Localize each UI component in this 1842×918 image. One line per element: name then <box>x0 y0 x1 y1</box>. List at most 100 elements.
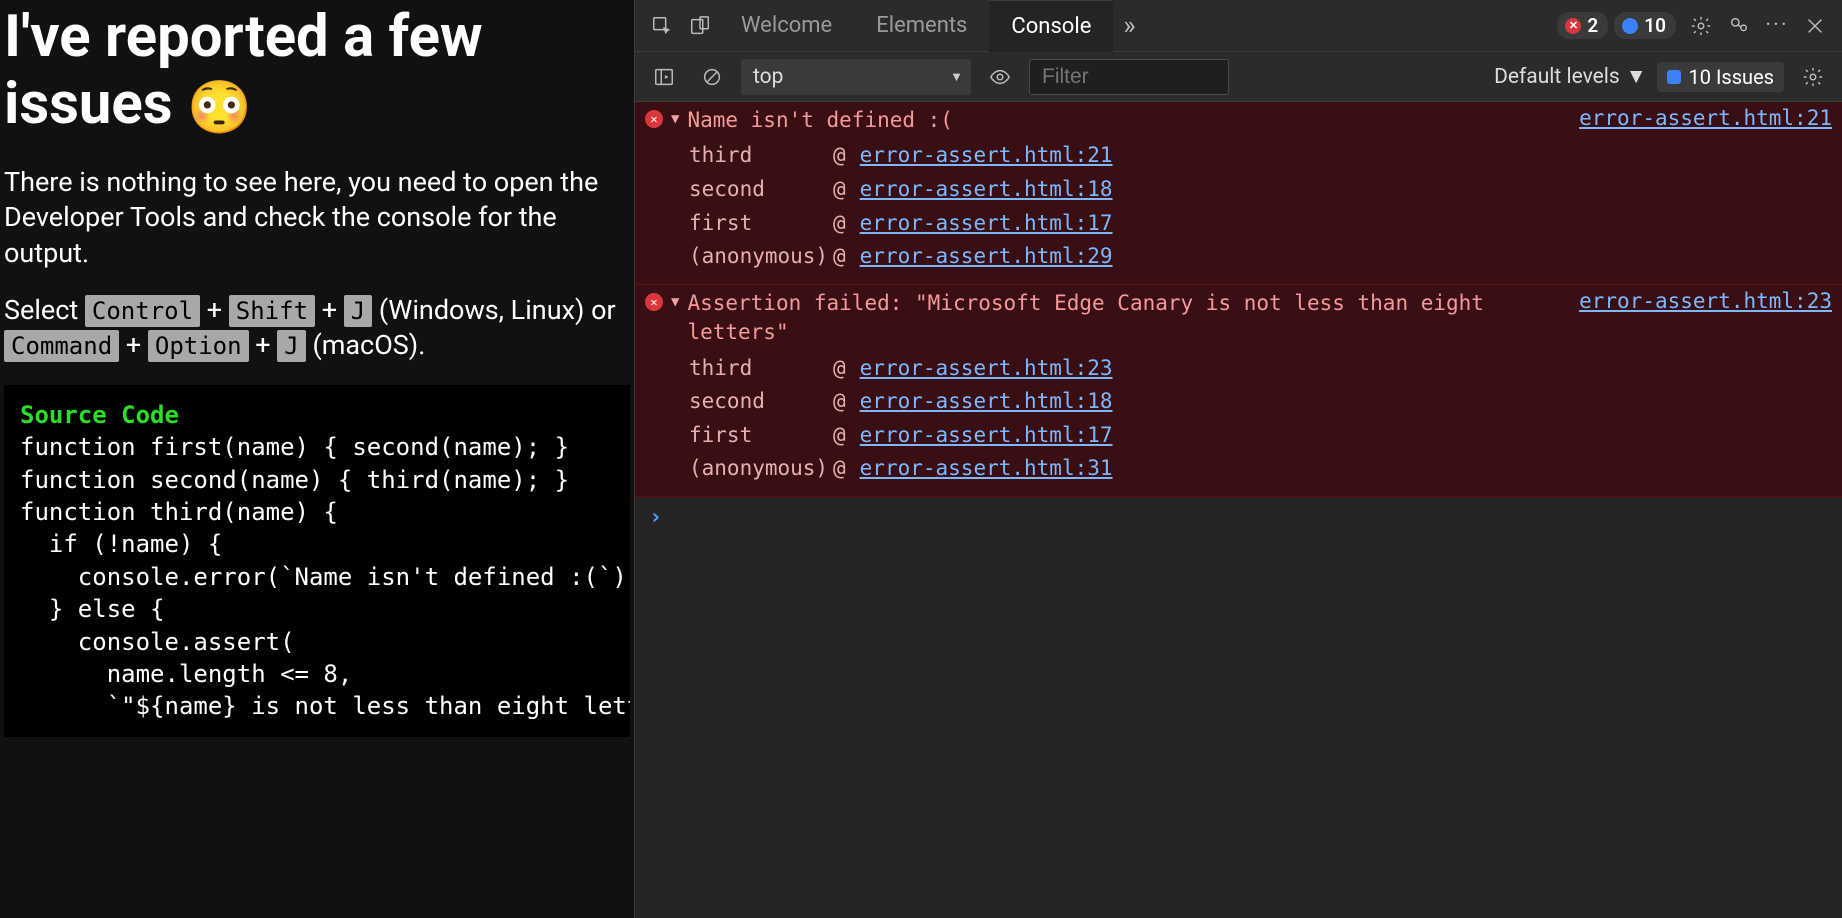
console-error-message: ✕ ▼ Name isn't defined :( error-assert.html… <box>635 102 1842 285</box>
filter-input[interactable] <box>1029 59 1229 95</box>
stack-at: @ <box>833 173 846 207</box>
tab-elements[interactable]: Elements <box>854 0 989 52</box>
devtools-pane: Welcome Elements Console » ✕ 2 10 ··· <box>634 0 1842 918</box>
stack-at: @ <box>833 207 846 241</box>
message-header: ✕ ▼ Name isn't defined :( error-assert.html… <box>645 106 1832 135</box>
stack-trace: third@ error-assert.html:23second@ error… <box>689 352 1832 486</box>
stack-function: second <box>689 385 819 419</box>
context-value: top <box>753 65 783 89</box>
source-link[interactable]: error-assert.html:23 <box>1579 289 1832 313</box>
stack-frame: first @ error-assert.html:17 <box>689 207 1832 241</box>
stack-at: @ <box>833 352 846 386</box>
feedback-icon[interactable] <box>1720 7 1758 45</box>
key-option: Option <box>148 330 249 362</box>
source-code-block: Source Code function first(name) { secon… <box>4 385 630 737</box>
stack-frame: third @ error-assert.html:23 <box>689 352 1832 386</box>
error-count-badge[interactable]: ✕ 2 <box>1557 12 1608 39</box>
code-title: Source Code <box>20 401 179 429</box>
more-icon[interactable]: ··· <box>1758 7 1796 45</box>
console-settings-icon[interactable] <box>1794 58 1832 96</box>
stack-frame: (anonymous) @ error-assert.html:31 <box>689 452 1832 486</box>
live-expression-icon[interactable] <box>981 58 1019 96</box>
plus: + <box>200 294 229 326</box>
key-shift: Shift <box>229 295 315 327</box>
stack-frame: first @ error-assert.html:17 <box>689 419 1832 453</box>
stack-function: third <box>689 139 819 173</box>
gear-icon[interactable] <box>1682 7 1720 45</box>
console-prompt[interactable]: › <box>635 497 1842 538</box>
plus: + <box>119 329 148 361</box>
error-icon: ✕ <box>645 293 663 311</box>
win-suffix: (Windows, Linux) or <box>379 294 616 326</box>
log-levels-selector[interactable]: Default levels ▼ <box>1494 65 1646 89</box>
stack-function: (anonymous) <box>689 452 819 486</box>
info-count: 10 <box>1644 14 1666 37</box>
error-dot-icon: ✕ <box>1565 18 1581 34</box>
error-text: Name isn't defined :( <box>687 106 1571 135</box>
issues-icon <box>1667 70 1681 84</box>
stack-function: first <box>689 207 819 241</box>
issues-label: 10 Issues <box>1689 65 1774 89</box>
key-control: Control <box>85 295 200 327</box>
flushed-emoji-icon: 😳 <box>187 76 252 137</box>
stack-frame: third @ error-assert.html:21 <box>689 139 1832 173</box>
console-toolbar: top Default levels ▼ 10 Issues <box>635 52 1842 102</box>
info-dot-icon <box>1622 18 1638 34</box>
key-j: J <box>344 295 372 327</box>
stack-function: first <box>689 419 819 453</box>
stack-function: (anonymous) <box>689 240 819 274</box>
page-pane: I've reported a few issues 😳 There is no… <box>0 0 634 918</box>
page-intro: There is nothing to see here, you need t… <box>4 165 630 270</box>
error-icon: ✕ <box>645 110 663 128</box>
stack-frame: second@ error-assert.html:18 <box>689 385 1832 419</box>
levels-label: Default levels <box>1494 65 1620 89</box>
tab-console[interactable]: Console <box>989 0 1113 52</box>
key-j-mac: J <box>277 330 305 362</box>
stack-at: @ <box>833 139 846 173</box>
stack-at: @ <box>833 240 846 274</box>
plus: + <box>315 294 344 326</box>
page-title: I've reported a few issues 😳 <box>4 4 630 137</box>
error-text: Assertion failed: "Microsoft Edge Canary… <box>687 289 1571 348</box>
stack-function: third <box>689 352 819 386</box>
chevron-down-icon: ▼ <box>1626 65 1647 89</box>
devtools-tabbar: Welcome Elements Console » ✕ 2 10 ··· <box>635 0 1842 52</box>
console-error-message: ✕ ▼ Assertion failed: "Microsoft Edge Cana… <box>635 285 1842 497</box>
stack-source-link[interactable]: error-assert.html:31 <box>860 452 1113 486</box>
plus: + <box>249 329 278 361</box>
stack-frame: (anonymous) @ error-assert.html:29 <box>689 240 1832 274</box>
shortcut-instructions: Select Control + Shift + J (Windows, Lin… <box>4 293 630 363</box>
stack-source-link[interactable]: error-assert.html:17 <box>860 207 1113 241</box>
stack-frame: second @ error-assert.html:18 <box>689 173 1832 207</box>
mac-suffix: (macOS). <box>312 329 425 361</box>
stack-source-link[interactable]: error-assert.html:29 <box>860 240 1113 274</box>
page-content: I've reported a few issues 😳 There is no… <box>0 0 634 737</box>
tab-welcome[interactable]: Welcome <box>719 0 854 52</box>
tabs-overflow-icon[interactable]: » <box>1113 11 1145 41</box>
stack-at: @ <box>833 452 846 486</box>
inspect-element-icon[interactable] <box>643 7 681 45</box>
code-body: function first(name) { second(name); } f… <box>20 433 630 720</box>
stack-function: second <box>689 173 819 207</box>
device-toolbar-icon[interactable] <box>681 7 719 45</box>
stack-source-link[interactable]: error-assert.html:18 <box>860 385 1113 419</box>
toggle-sidebar-icon[interactable] <box>645 58 683 96</box>
disclosure-triangle-icon[interactable]: ▼ <box>671 294 679 310</box>
error-count: 2 <box>1587 14 1598 37</box>
disclosure-triangle-icon[interactable]: ▼ <box>671 111 679 127</box>
stack-source-link[interactable]: error-assert.html:21 <box>860 139 1113 173</box>
key-command: Command <box>4 330 119 362</box>
close-icon[interactable] <box>1796 7 1834 45</box>
info-count-badge[interactable]: 10 <box>1614 12 1676 39</box>
clear-console-icon[interactable] <box>693 58 731 96</box>
stack-source-link[interactable]: error-assert.html:18 <box>860 173 1113 207</box>
stack-trace: third @ error-assert.html:21 second @ error… <box>689 139 1832 273</box>
context-selector[interactable]: top <box>741 59 971 95</box>
shortcut-prefix: Select <box>4 294 85 326</box>
issues-button[interactable]: 10 Issues <box>1657 62 1784 92</box>
stack-at: @ <box>833 419 846 453</box>
source-link[interactable]: error-assert.html:21 <box>1579 106 1832 130</box>
console-output: ✕ ▼ Name isn't defined :( error-assert.html… <box>635 102 1842 918</box>
stack-source-link[interactable]: error-assert.html:17 <box>860 419 1113 453</box>
stack-source-link[interactable]: error-assert.html:23 <box>860 352 1113 386</box>
